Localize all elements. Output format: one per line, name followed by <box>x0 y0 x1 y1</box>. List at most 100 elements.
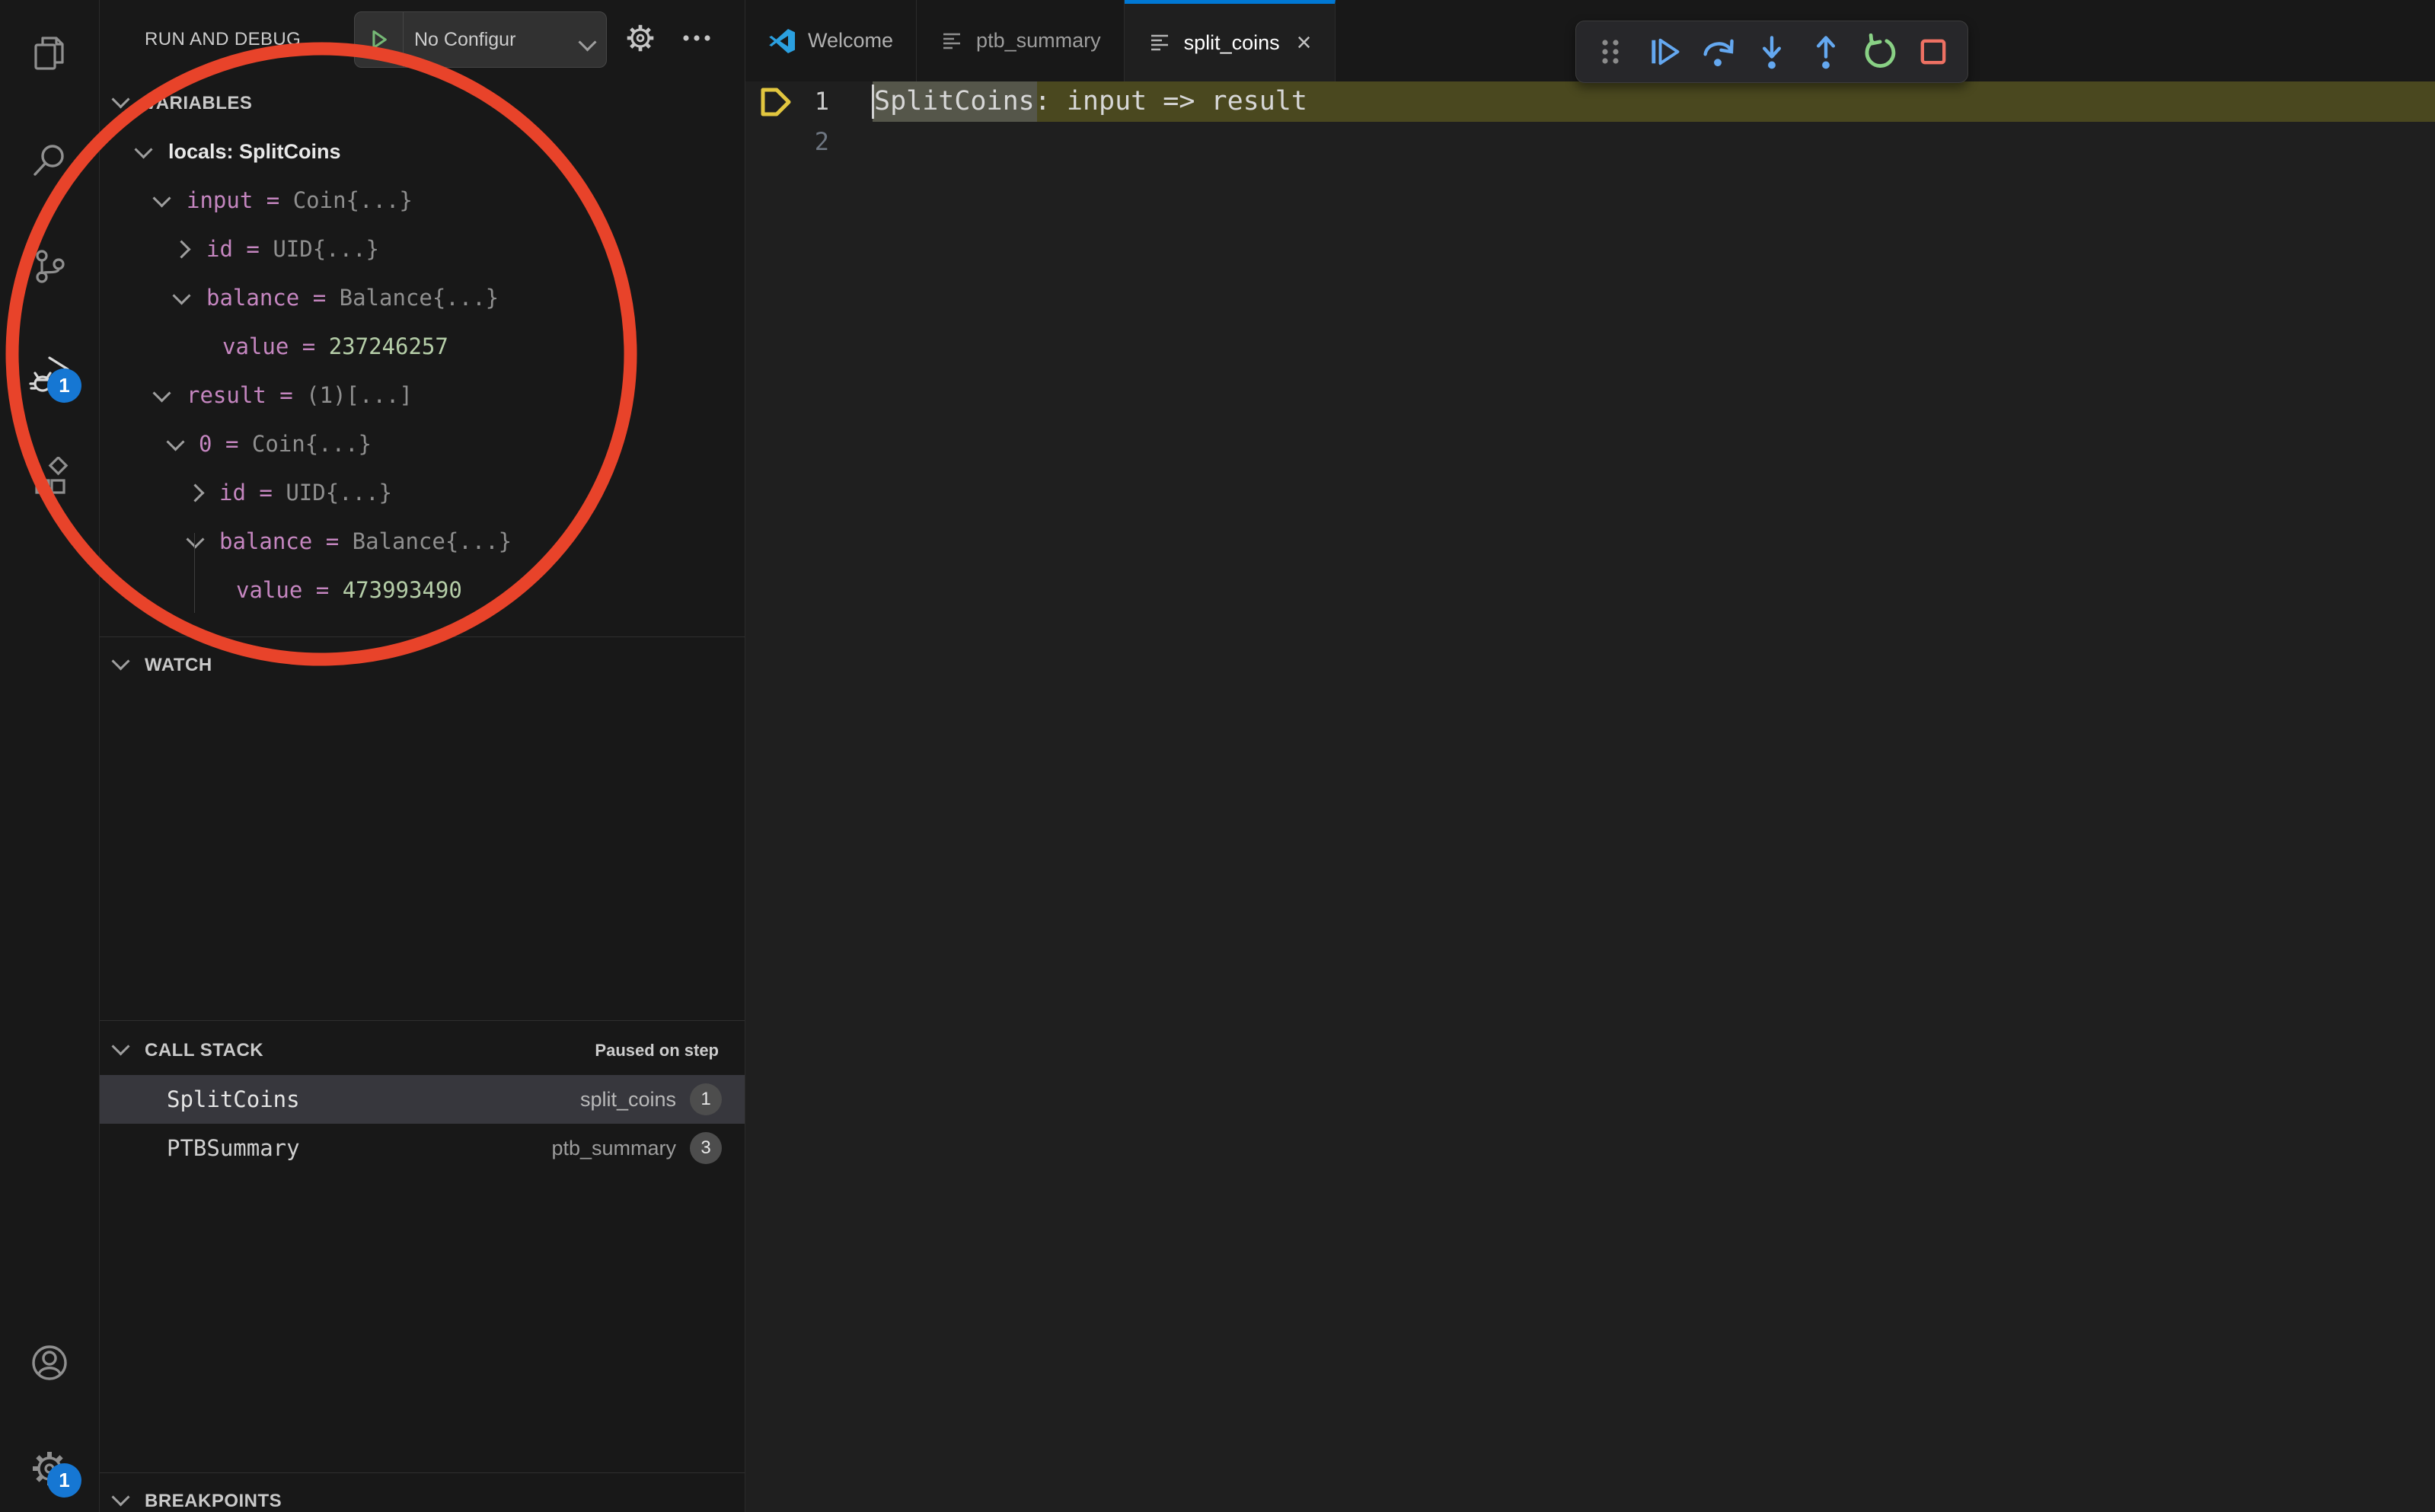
frame-file: ptb_summary <box>551 1137 676 1160</box>
code-token-function: SplitCoins <box>874 86 1035 116</box>
activity-bar: 1 1 <box>0 0 100 1512</box>
variable-value: UID{...} <box>273 236 379 262</box>
variables-section-header[interactable]: VARIABLES <box>100 79 745 128</box>
tab-label: ptb_summary <box>976 29 1101 53</box>
source-control-icon[interactable] <box>28 245 71 288</box>
more-actions-icon[interactable] <box>680 21 716 58</box>
step-into-button[interactable] <box>1749 29 1795 75</box>
chevron-right-icon[interactable] <box>186 483 204 502</box>
variable-name: value <box>236 577 302 603</box>
variable-name: id <box>206 236 233 262</box>
indent-guide <box>194 533 195 613</box>
scope-label: locals: SplitCoins <box>168 127 341 176</box>
variable-value: Balance{...} <box>340 285 499 311</box>
start-debug-icon[interactable] <box>355 12 404 67</box>
restart-button[interactable] <box>1856 29 1902 75</box>
variable-row[interactable]: balance = Balance{...} <box>100 517 745 566</box>
close-icon[interactable]: × <box>1297 30 1312 56</box>
tab-label: split_coins <box>1184 31 1280 55</box>
code-token-rest: : input => result <box>1035 86 1307 116</box>
debug-badge: 1 <box>47 368 81 403</box>
debug-settings-gear-icon[interactable] <box>624 21 660 58</box>
chevron-down-icon[interactable] <box>172 286 190 305</box>
stack-frame-row[interactable]: PTBSummary ptb_summary 3 <box>100 1124 745 1172</box>
variable-name: balance <box>219 528 312 554</box>
chevron-down-icon[interactable] <box>152 384 171 402</box>
debug-toolbar <box>1575 21 1968 83</box>
variable-row[interactable]: id = UID{...} <box>100 225 745 273</box>
sidebar-header: RUN AND DEBUG No Configur <box>100 0 745 79</box>
sidebar-title: RUN AND DEBUG <box>145 0 301 79</box>
explorer-icon[interactable] <box>28 32 71 75</box>
section-title: VARIABLES <box>145 79 252 128</box>
variable-name: input <box>187 187 253 213</box>
variable-row[interactable]: id = UID{...} <box>100 468 745 517</box>
frame-line-badge: 3 <box>690 1132 722 1164</box>
variable-value: 473993490 <box>343 577 462 603</box>
breakpoints-section-header[interactable]: BREAKPOINTS <box>100 1477 745 1512</box>
config-label: No Configur <box>404 29 578 51</box>
search-icon[interactable] <box>28 139 71 181</box>
line-number: 1 <box>745 81 829 122</box>
chevron-down-icon[interactable] <box>186 530 204 548</box>
text-cursor <box>872 85 874 119</box>
variable-value: UID{...} <box>286 480 392 506</box>
section-title: WATCH <box>145 641 212 690</box>
variable-row[interactable]: balance = Balance{...} <box>100 273 745 322</box>
account-icon[interactable] <box>28 1341 71 1384</box>
frame-line-badge: 1 <box>690 1083 722 1115</box>
code-line-1: SplitCoins: input => result <box>874 81 1307 122</box>
frame-file: split_coins <box>580 1088 676 1112</box>
variable-row[interactable]: value = 237246257 <box>100 322 745 371</box>
variable-row[interactable]: result = (1)[...] <box>100 371 745 419</box>
section-title: BREAKPOINTS <box>145 1477 282 1512</box>
chevron-right-icon[interactable] <box>172 240 190 258</box>
section-separator <box>100 1020 745 1021</box>
variable-name: id <box>219 480 246 506</box>
frame-name: PTBSummary <box>167 1135 300 1161</box>
variable-row[interactable]: value = 473993490 <box>100 566 745 614</box>
list-file-icon <box>1147 30 1172 55</box>
variable-row[interactable]: 0 = Coin{...} <box>100 419 745 468</box>
chevron-down-icon[interactable] <box>152 189 171 207</box>
tab-ptb-summary[interactable]: ptb_summary <box>917 0 1125 81</box>
chevron-down-icon <box>111 1488 129 1506</box>
variable-name: balance <box>206 285 299 311</box>
variable-value: Coin{...} <box>293 187 413 213</box>
run-debug-sidebar: RUN AND DEBUG No Configur VARIABLES <box>100 0 745 1512</box>
watch-section-header[interactable]: WATCH <box>100 641 745 690</box>
debug-config-dropdown[interactable]: No Configur <box>354 11 607 68</box>
list-file-icon <box>940 29 964 53</box>
chevron-down-icon <box>111 1037 129 1055</box>
variable-name: value <box>222 333 289 359</box>
step-over-button[interactable] <box>1695 29 1741 75</box>
stop-button[interactable] <box>1910 29 1956 75</box>
step-out-button[interactable] <box>1803 29 1849 75</box>
chevron-down-icon <box>111 652 129 670</box>
tab-split-coins[interactable]: split_coins × <box>1125 0 1336 81</box>
vscode-logo-icon <box>768 27 796 55</box>
chevron-down-icon <box>578 33 596 51</box>
variable-row[interactable]: input = Coin{...} <box>100 176 745 225</box>
chevron-down-icon[interactable] <box>166 432 184 451</box>
pause-status: Paused on step <box>595 1026 719 1075</box>
chevron-down-icon[interactable] <box>134 140 152 158</box>
section-separator <box>100 1472 745 1473</box>
variable-value: 237246257 <box>329 333 448 359</box>
variable-name: 0 <box>199 431 212 457</box>
section-separator <box>100 636 745 637</box>
call-stack-section-header[interactable]: CALL STACK Paused on step <box>100 1026 745 1075</box>
variable-value: Coin{...} <box>252 431 372 457</box>
continue-button[interactable] <box>1642 29 1687 75</box>
extensions-icon[interactable] <box>28 457 71 499</box>
variable-value: (1)[...] <box>306 382 413 408</box>
variable-value: Balance{...} <box>353 528 512 554</box>
section-title: CALL STACK <box>145 1026 263 1075</box>
code-editor[interactable]: 1 2 SplitCoins: input => result <box>745 81 2435 1512</box>
scope-row[interactable]: locals: SplitCoins <box>100 127 745 176</box>
line-number: 2 <box>745 122 829 162</box>
tab-welcome[interactable]: Welcome <box>745 0 917 81</box>
stack-frame-row[interactable]: SplitCoins split_coins 1 <box>100 1075 745 1124</box>
chevron-down-icon <box>111 90 129 108</box>
toolbar-drag-grip[interactable] <box>1588 29 1633 75</box>
